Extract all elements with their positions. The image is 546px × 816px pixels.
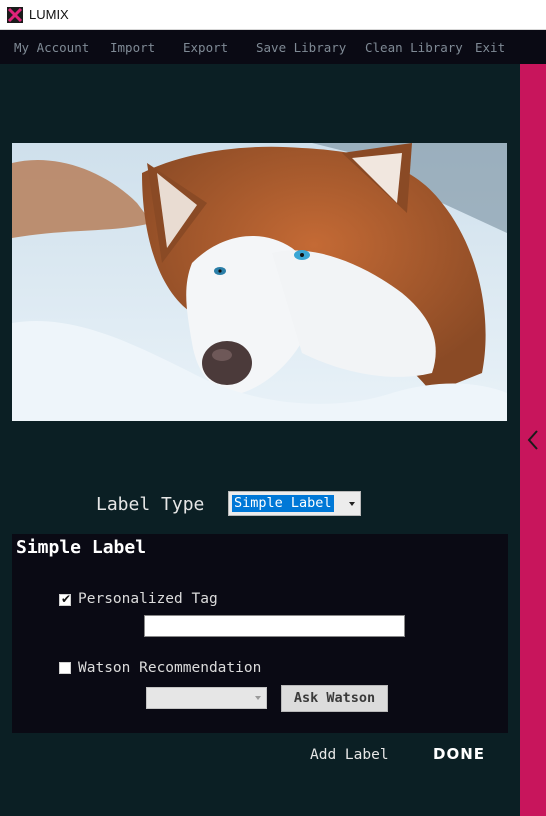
menu-item-save-library[interactable]: Save Library	[256, 40, 346, 55]
chevron-down-icon	[349, 502, 355, 506]
personalized-tag-label: Personalized Tag	[78, 591, 218, 607]
label-type-label: Label Type	[96, 494, 205, 515]
menu-item-import[interactable]: Import	[110, 40, 155, 55]
menu-item-exit[interactable]: Exit	[475, 40, 505, 55]
watson-recommendation-label: Watson Recommendation	[78, 660, 262, 676]
lumix-logo	[7, 7, 23, 23]
menu-bar: My Account Import Export Save Library Cl…	[0, 30, 546, 64]
app-title: LUMIX	[29, 7, 69, 22]
watson-recommendation-checkbox[interactable]	[59, 662, 71, 674]
menu-item-export[interactable]: Export	[183, 40, 228, 55]
chevron-down-icon	[255, 696, 261, 700]
simple-label-panel: Simple Label ✔ Personalized Tag Watson R…	[12, 534, 508, 733]
menu-item-my-account[interactable]: My Account	[14, 40, 89, 55]
label-type-select[interactable]: Simple Label	[228, 491, 361, 516]
side-panel[interactable]	[520, 64, 546, 816]
check-icon: ✔	[61, 592, 72, 606]
panel-title: Simple Label	[16, 537, 147, 558]
personalized-tag-input[interactable]	[144, 615, 405, 637]
personalized-tag-checkbox[interactable]: ✔	[59, 592, 72, 606]
done-button[interactable]: DONE	[433, 745, 485, 763]
add-label-button[interactable]: Add Label	[310, 747, 389, 763]
menu-item-clean-library[interactable]: Clean Library	[365, 40, 463, 55]
husky-photo	[12, 143, 507, 421]
ask-watson-button[interactable]: Ask Watson	[281, 685, 388, 712]
title-bar: LUMIX	[0, 0, 546, 30]
husky-image	[12, 143, 507, 421]
chevron-left-icon[interactable]	[525, 428, 541, 452]
label-type-selected-value: Simple Label	[232, 495, 334, 512]
watson-recommendation-select[interactable]	[146, 687, 267, 709]
